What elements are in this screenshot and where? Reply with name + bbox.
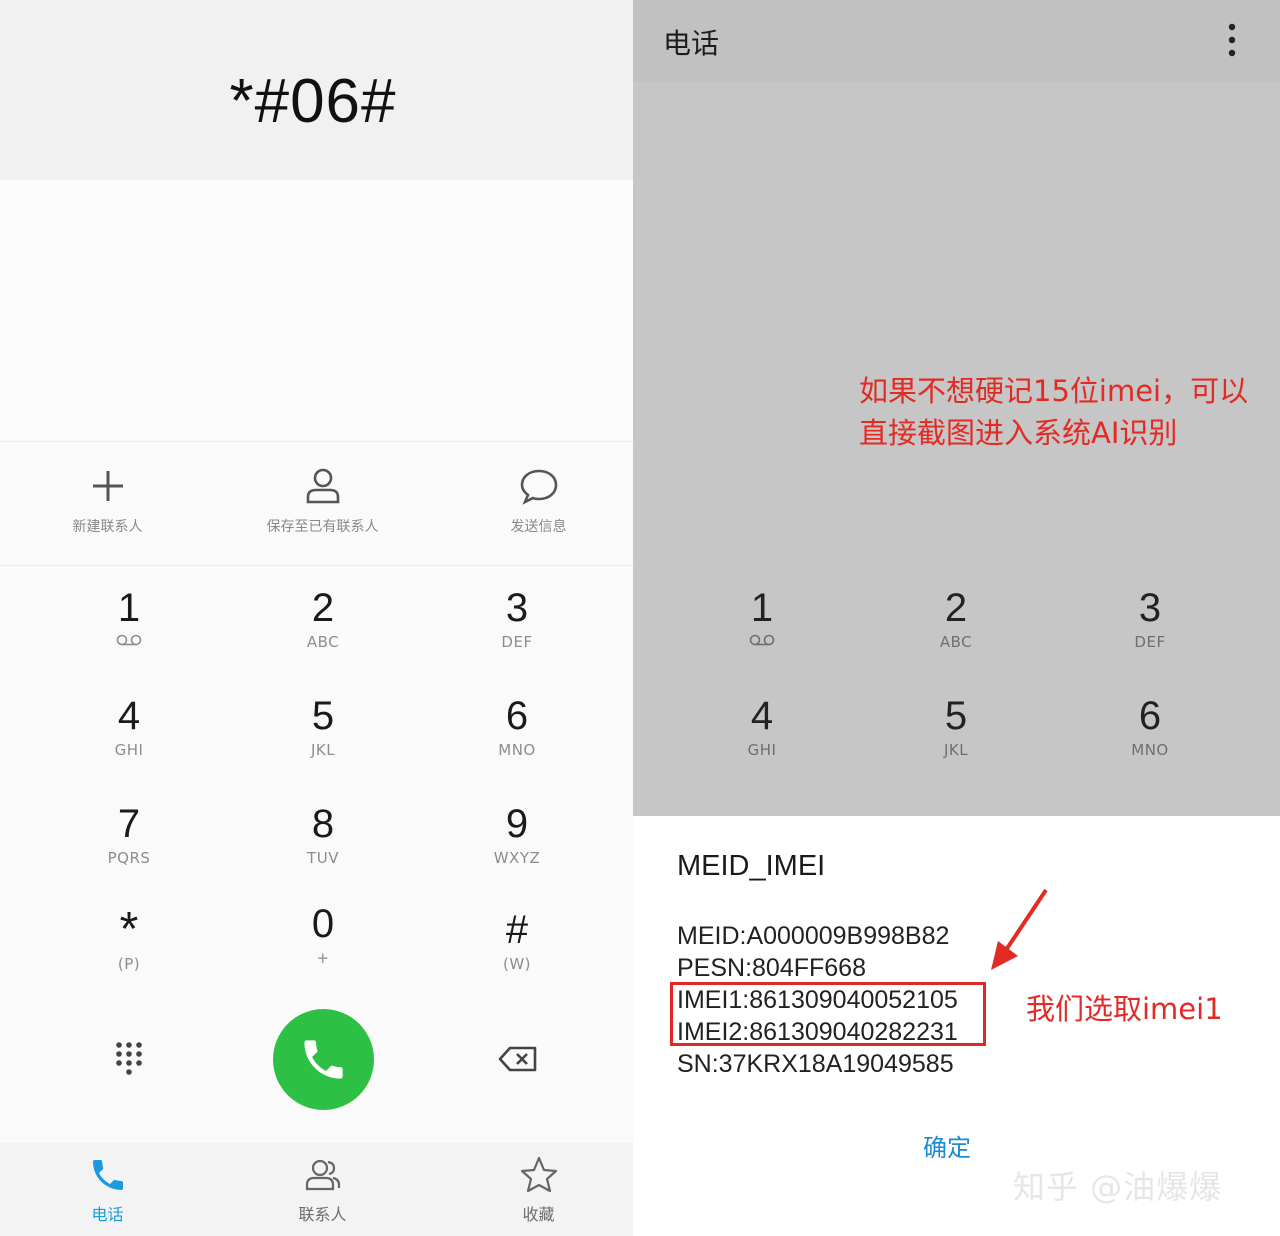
key-digit: 5: [944, 694, 968, 738]
key-letters: ABC: [306, 633, 340, 651]
voicemail-icon: [116, 634, 142, 646]
plus-icon: [92, 471, 123, 501]
key-letters: DEF: [1134, 633, 1166, 651]
key-digit: 3: [505, 586, 529, 630]
key-hash[interactable]: # (W): [442, 908, 592, 1008]
confirm-button[interactable]: 确定: [923, 1128, 971, 1163]
key-6[interactable]: 6 MNO: [442, 694, 592, 794]
key-letters: (P): [117, 955, 141, 973]
key-2: 2 ABC: [881, 586, 1031, 686]
dialpad-toggle-icon[interactable]: [114, 1040, 144, 1078]
key-letters: MNO: [498, 741, 536, 759]
key-letters: DEF: [501, 633, 533, 651]
annotation-pick: 我们选取imei1: [1026, 992, 1223, 1026]
key-4[interactable]: 4 GHI: [54, 694, 204, 794]
phone-icon: [92, 1160, 123, 1190]
key-letters: GHI: [747, 741, 777, 759]
key-letters: JKL: [310, 741, 336, 759]
sn-line: SN:37KRX18A19049585: [677, 1050, 954, 1078]
key-letters: (W): [502, 955, 532, 973]
phone-icon: [304, 1040, 343, 1079]
key-digit: 0: [311, 902, 335, 946]
key-7[interactable]: 7 PQRS: [54, 802, 204, 902]
key-digit: 6: [1138, 694, 1162, 738]
key-digit: 2: [944, 586, 968, 630]
key-1[interactable]: 1: [54, 586, 204, 686]
key-digit: 2: [311, 586, 335, 630]
save-to-contact-button[interactable]: 保存至已有联系人: [217, 442, 428, 567]
key-9[interactable]: 9 WXYZ: [442, 802, 592, 902]
key-1: 1: [687, 586, 837, 686]
key-digit: *: [119, 903, 139, 956]
key-letters: +: [316, 949, 330, 967]
new-contact-button[interactable]: 新建联系人: [2, 442, 213, 567]
key-letters: MNO: [1131, 741, 1169, 759]
key-letters: GHI: [114, 741, 144, 759]
bottom-nav: 电话 联系人 收藏: [0, 1143, 633, 1236]
key-3: 3 DEF: [1075, 586, 1225, 686]
person-icon: [306, 468, 339, 504]
key-digit: 9: [505, 802, 529, 846]
annotation-hint-line1: 如果不想硬记15位imei，可以: [859, 374, 1249, 408]
key-4: 4 GHI: [687, 694, 837, 794]
annotation-hint-line2: 直接截图进入系统AI识别: [859, 416, 1178, 450]
imei-dialog-screen: 电话 如果不想硬记15位imei，可以 直接截图进入系统AI识别 1 2 ABC…: [633, 0, 1280, 1236]
dialer-screen: *#06# 新建联系人 保存至已有联系人 发送信息 1 2 ABC 3 DEF …: [0, 0, 633, 1236]
app-bar: 电话: [633, 0, 1280, 82]
key-0[interactable]: 0 +: [248, 902, 398, 1002]
nav-favorites[interactable]: 收藏: [433, 1143, 644, 1236]
key-3[interactable]: 3 DEF: [442, 586, 592, 686]
meid-line: MEID:A000009B998B82: [677, 922, 950, 950]
dialog-title: MEID_IMEI: [677, 850, 826, 882]
key-digit: #: [505, 908, 529, 952]
star-icon: [520, 1156, 557, 1193]
key-digit: 4: [117, 694, 141, 738]
send-message-label: 发送信息: [510, 519, 567, 535]
key-star[interactable]: * (P): [54, 903, 204, 1008]
key-letters: TUV: [307, 849, 339, 867]
app-title: 电话: [663, 27, 720, 60]
key-letters: WXYZ: [493, 849, 541, 867]
quick-actions: 新建联系人 保存至已有联系人 发送信息: [0, 441, 633, 566]
nav-phone[interactable]: 电话: [2, 1143, 213, 1236]
annotation-hint: 如果不想硬记15位imei，可以 直接截图进入系统AI识别: [859, 370, 1280, 454]
key-5: 5 JKL: [881, 694, 1031, 794]
nav-contacts[interactable]: 联系人: [217, 1143, 428, 1236]
key-5[interactable]: 5 JKL: [248, 694, 398, 794]
imei-highlight-box: [670, 982, 986, 1046]
key-digit: 5: [311, 694, 335, 738]
contacts-icon: [305, 1159, 340, 1191]
key-digit: 8: [311, 802, 335, 846]
key-6: 6 MNO: [1075, 694, 1225, 794]
key-8[interactable]: 8 TUV: [248, 802, 398, 902]
suggestion-area: [0, 180, 633, 440]
dialed-number[interactable]: *#06#: [0, 66, 626, 137]
call-button[interactable]: [273, 1009, 374, 1110]
more-options-icon[interactable]: [1217, 20, 1247, 60]
key-2[interactable]: 2 ABC: [248, 586, 398, 686]
nav-favorites-label: 收藏: [522, 1205, 555, 1224]
nav-phone-label: 电话: [91, 1205, 124, 1224]
key-digit: 1: [117, 586, 141, 630]
pesn-line: PESN:804FF668: [677, 954, 866, 982]
red-arrow-icon: [991, 888, 1048, 970]
key-digit: 3: [1138, 586, 1162, 630]
voicemail-icon: [749, 634, 775, 646]
key-letters: JKL: [943, 741, 969, 759]
key-digit: 1: [750, 586, 774, 630]
chat-bubble-icon: [520, 469, 557, 505]
new-contact-label: 新建联系人: [72, 519, 143, 535]
key-digit: 7: [117, 802, 141, 846]
key-digit: 4: [750, 694, 774, 738]
imei-dialog: MEID_IMEI MEID:A000009B998B82 PESN:804FF…: [633, 816, 1280, 1236]
save-to-contact-label: 保存至已有联系人: [266, 519, 379, 535]
dial-display: *#06#: [0, 0, 633, 180]
backspace-icon[interactable]: [498, 1046, 538, 1072]
key-letters: ABC: [939, 633, 973, 651]
send-message-button[interactable]: 发送信息: [433, 442, 644, 567]
nav-contacts-label: 联系人: [298, 1205, 347, 1224]
key-digit: 6: [505, 694, 529, 738]
key-letters: PQRS: [107, 849, 151, 867]
watermark: 知乎 @油爆爆: [1013, 1168, 1223, 1206]
